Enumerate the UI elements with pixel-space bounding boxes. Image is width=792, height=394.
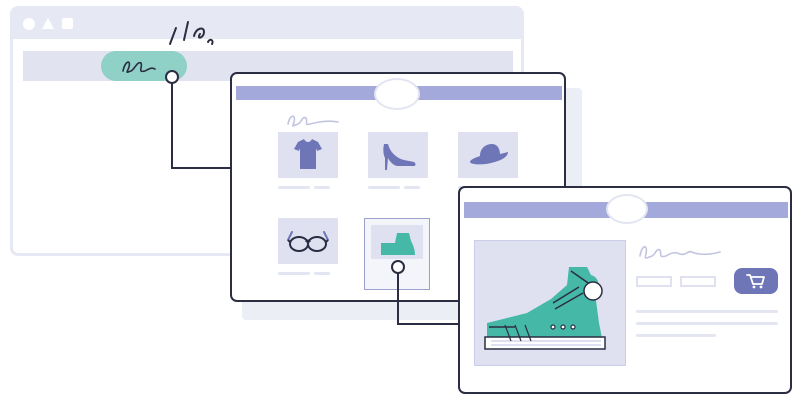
sparkle-icon (169, 21, 214, 45)
connector-overlay (165, 21, 460, 325)
